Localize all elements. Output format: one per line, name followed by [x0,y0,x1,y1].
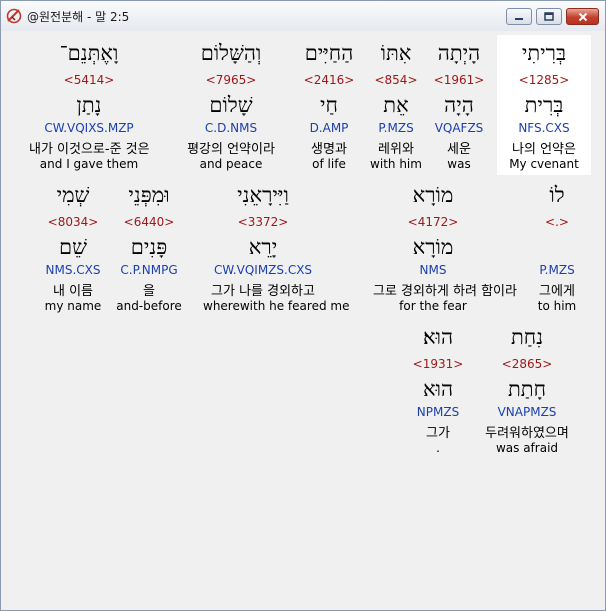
strong-number[interactable]: <4172> [373,215,493,229]
lemma: יָרֵא [248,235,278,259]
minimize-icon [515,17,523,20]
korean-gloss: 그가 나를 경외하고 [211,284,315,299]
hebrew-word: וְהַשָּׁלוֹם [200,41,262,65]
hebrew-word: וָאֶתְּנֵם־ [59,41,119,65]
parsing-code: NMS [419,263,447,277]
english-gloss: for the fear [399,299,467,313]
interlinear-panel: בְּרִיתִי <1285> בְּרִית NFS.CXS 나의 언약은 … [3,31,603,609]
lemma: נָתַן [76,93,102,117]
english-gloss: to him [537,299,577,313]
strong-number[interactable]: <7965> [171,73,291,87]
korean-gloss: 내가 이것으로-준 것은 [29,142,150,157]
korean-gloss: 평강의 언약이라 [187,142,275,157]
minimize-button[interactable] [506,8,532,25]
app-window: @원전분해 - 말 2:5 בְּרִיתִי <1285> בְּרִית N… [0,0,606,611]
english-gloss: my name [44,299,102,313]
app-logo-icon [6,8,22,24]
parsing-code: CW.VQIMZS.CXS [213,263,313,277]
english-gloss: and peace [199,157,263,171]
hebrew-word: וַיִּירָאֵנִי [237,183,289,207]
strong-number[interactable]: <1931> [378,357,498,371]
lemma [497,233,603,261]
parsing-code: P.MZS [539,263,575,277]
parsing-code: NMS.CXS [45,263,101,277]
title-bar[interactable]: @원전분해 - 말 2:5 [1,1,605,31]
lemma: שָׁלוֹם [209,93,253,117]
maximize-icon [544,12,554,21]
close-icon [578,12,587,21]
english-gloss: wherewith he feared me [203,299,350,313]
hebrew-word: שְׁמִי [56,183,90,207]
hebrew-word: לוֹ [549,183,565,207]
parsing-code: NPMZS [416,405,460,419]
strong-number[interactable]: <.> [497,215,603,229]
strong-number[interactable]: <3372> [203,215,323,229]
window-title: @원전분해 - 말 2:5 [27,10,130,24]
korean-gloss: 그가 [426,426,450,441]
korean-gloss: 내 이름 [52,284,93,299]
english-gloss: . [436,441,440,455]
lemma: מוֹרָא [412,235,454,259]
parsing-code: CW.VQIXS.MZP [44,121,134,135]
lemma: שֵׁם [59,235,87,259]
close-button[interactable] [566,8,599,25]
korean-gloss: 그로 경외하게 하려 함이라 [373,284,517,299]
hebrew-word: הוּא׃ [422,325,454,349]
strong-number[interactable]: <8034> [13,215,133,229]
lemma: הוּא [422,377,454,401]
hebrew-word: מוֹרָא [412,183,454,207]
parsing-code: C.D.NMS [204,121,258,135]
english-gloss: and I gave them [39,157,139,171]
strong-number[interactable]: <5414> [29,73,149,87]
maximize-button[interactable] [536,8,562,25]
